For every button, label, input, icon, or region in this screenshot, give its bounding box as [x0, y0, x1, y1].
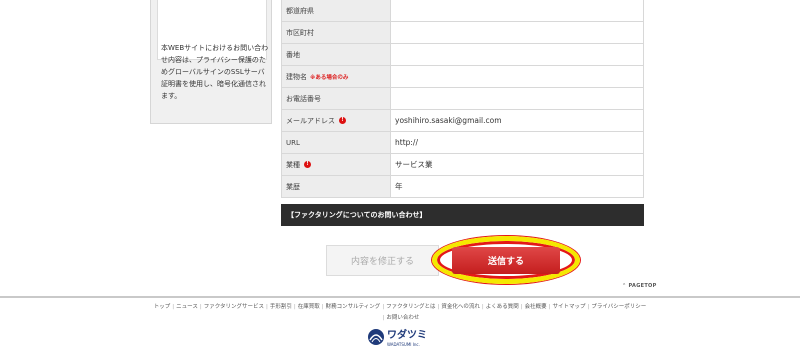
contact-form-table: 都道府県 市区町村 番地 建物名 ※ある場合のみ お電話番号 メールアドレス! yoshihi…	[281, 0, 644, 198]
footer-separator: |	[587, 304, 590, 310]
form-value	[391, 0, 644, 21]
footer-separator: |	[266, 304, 268, 310]
form-row: 業種! サービス業	[281, 154, 644, 176]
footer-link[interactable]: サイトマップ	[552, 304, 585, 310]
form-row: 業歴 年	[281, 176, 644, 198]
form-label-text: URL	[286, 138, 300, 147]
submit-button[interactable]: 送信する	[452, 247, 560, 274]
optional-note: ※ある場合のみ	[310, 74, 349, 81]
pagetop-label: PAGETOP	[628, 283, 657, 289]
footer-link[interactable]: よくある質問	[486, 304, 519, 310]
footer-link[interactable]: 財務コンサルティング	[326, 304, 381, 310]
form-label-text: 番地	[286, 50, 300, 59]
footer-separator: |	[382, 315, 385, 321]
required-icon: !	[339, 117, 346, 124]
form-row: お電話番号	[281, 88, 644, 110]
form-label: 業歴	[281, 176, 391, 197]
footer-separator: |	[481, 304, 484, 310]
form-label-text: 業歴	[286, 182, 300, 191]
ssl-notice-text: 本WEBサイトにおけるお問い合わせ内容は、プライバシー保護のためグローバルサイン…	[161, 44, 269, 100]
footer-separator: |	[548, 304, 551, 310]
pagetop-link[interactable]: ⌃ PAGETOP	[622, 283, 657, 289]
form-value: yoshihiro.sasaki@gmail.com	[391, 110, 644, 131]
footer-link[interactable]: トップ	[154, 304, 171, 310]
required-icon: !	[304, 161, 311, 168]
form-label: 番地	[281, 44, 391, 65]
footer-link[interactable]: プライバシーポリシー	[591, 304, 646, 310]
form-label-text: 都道府県	[286, 6, 314, 15]
form-row: メールアドレス! yoshihiro.sasaki@gmail.com	[281, 110, 644, 132]
footer-link[interactable]: 手形割引	[270, 304, 292, 310]
footer-link[interactable]: 資金化への流れ	[441, 304, 480, 310]
form-value	[391, 66, 644, 87]
footer-link[interactable]: 在庫買取	[298, 304, 320, 310]
footer-link[interactable]: お問い合わせ	[386, 315, 419, 321]
form-row: 市区町村	[281, 22, 644, 44]
footer-link[interactable]: ニュース	[176, 304, 198, 310]
logo-subtext: WADATSUMI Inc.	[387, 342, 420, 347]
form-row: 番地	[281, 44, 644, 66]
footer-separator: |	[199, 304, 202, 310]
footer-separator: |	[520, 304, 523, 310]
form-label: お電話番号	[281, 88, 391, 109]
form-label: 市区町村	[281, 22, 391, 43]
form-value: 年	[391, 176, 644, 197]
form-label-text: 建物名	[286, 72, 307, 81]
logo-text: ワダツミ	[387, 328, 427, 341]
form-row: 都道府県	[281, 0, 644, 22]
form-label: 建物名 ※ある場合のみ	[281, 66, 391, 87]
form-value: http://	[391, 132, 644, 153]
footer-divider	[0, 296, 800, 298]
form-label: メールアドレス!	[281, 110, 391, 131]
footer-link[interactable]: ファクタリングサービス	[204, 304, 264, 310]
form-value	[391, 44, 644, 65]
privacy-notice-panel: 本WEBサイトにおけるお問い合わせ内容は、プライバシー保護のためグローバルサイン…	[150, 0, 272, 124]
footer-nav: トップ | ニュース | ファクタリングサービス | 手形割引 | 在庫買取 | 財務コンサルティン…	[0, 302, 800, 324]
form-label: URL	[281, 132, 391, 153]
form-label-text: 業種	[286, 160, 300, 169]
form-value: サービス業	[391, 154, 644, 175]
form-value	[391, 88, 644, 109]
company-logo[interactable]: ワダツミ WADATSUMI Inc.	[367, 326, 441, 348]
modify-content-button[interactable]: 内容を修正する	[326, 245, 439, 276]
footer-separator: |	[172, 304, 175, 310]
form-value	[391, 22, 644, 43]
footer-separator: |	[382, 304, 385, 310]
footer-separator: |	[321, 304, 324, 310]
form-label: 業種!	[281, 154, 391, 175]
footer-link[interactable]: ファクタリングとは	[386, 304, 435, 310]
form-label: 都道府県	[281, 0, 391, 21]
footer-link[interactable]: 会社概要	[525, 304, 547, 310]
footer-separator: |	[437, 304, 440, 310]
wadatsumi-logo-icon: ワダツミ WADATSUMI Inc.	[368, 328, 427, 347]
section-header-bar: 【ファクタリングについてのお問い合わせ】	[281, 204, 644, 226]
form-label-text: お電話番号	[286, 94, 321, 103]
form-row: 建物名 ※ある場合のみ	[281, 66, 644, 88]
form-row: URL http://	[281, 132, 644, 154]
footer-separator: |	[293, 304, 296, 310]
form-label-text: メールアドレス	[286, 116, 335, 125]
form-label-text: 市区町村	[286, 28, 314, 37]
